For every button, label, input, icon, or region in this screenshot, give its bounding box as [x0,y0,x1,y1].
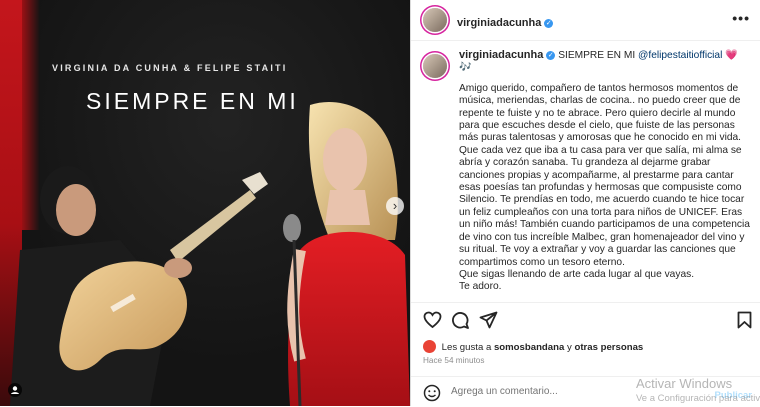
publish-button[interactable]: Publicar [715,390,753,401]
post-header: virginiadacunha ✓ ••• [411,0,760,41]
next-arrow-icon[interactable]: › [386,197,404,215]
comment-bar: Publicar [411,376,760,407]
singer-dress [288,231,410,406]
post-panel: virginiadacunha ✓ ••• virginiadacunha ✓ SI… [410,0,760,406]
caption-body: Amigo querido, compañero de tantos hermo… [459,82,750,292]
singer-face [323,128,367,192]
verified-badge-icon: ✓ [544,19,554,28]
caption-avatar[interactable] [423,54,447,78]
liked-others[interactable]: otras personas [574,342,643,353]
liked-user[interactable]: somosbandana [494,342,564,353]
save-bookmark-icon[interactable] [737,311,752,329]
caption-header-line: virginiadacunha ✓ SIEMPRE EN MI @felipest… [459,49,751,75]
liked-by: Les gusta a somosbandana y otras persona… [423,340,643,353]
liked-suffix: y [567,342,572,353]
guitarist-hand [164,258,192,278]
post-image[interactable]: VIRGINIA DA CUNHA & FELIPE STAITI SIEMPR… [0,0,410,406]
comment-icon[interactable] [451,311,470,329]
like-heart-icon[interactable] [423,311,442,329]
microphone [283,214,301,242]
emoji-icon[interactable] [423,384,441,402]
guitarist-face [56,184,96,236]
comment-input[interactable] [451,386,701,397]
caption-username[interactable]: virginiadacunha [459,49,543,61]
avatar[interactable] [423,8,447,32]
timestamp[interactable]: Hace 54 minutos [423,356,484,365]
photo-artwork [10,0,410,406]
share-icon[interactable] [479,311,498,329]
carousel-dots [186,397,214,406]
liked-prefix: Les gusta a [441,342,492,353]
album-title: SIEMPRE EN MI [86,88,299,114]
mention-link[interactable]: @felipestaitiofficial [638,50,722,61]
caption-first-line: SIEMPRE EN MI [558,50,636,61]
liker-avatar[interactable] [423,340,436,353]
artists-line: VIRGINIA DA CUNHA & FELIPE STAITI [52,63,288,73]
caption: virginiadacunha ✓ SIEMPRE EN MI @felipest… [459,49,751,292]
header-username[interactable]: virginiadacunha [457,17,541,29]
action-bar [411,302,760,339]
caption-verified-icon: ✓ [546,51,556,60]
user-tag-icon[interactable] [8,383,22,397]
more-options-icon[interactable]: ••• [732,10,750,26]
